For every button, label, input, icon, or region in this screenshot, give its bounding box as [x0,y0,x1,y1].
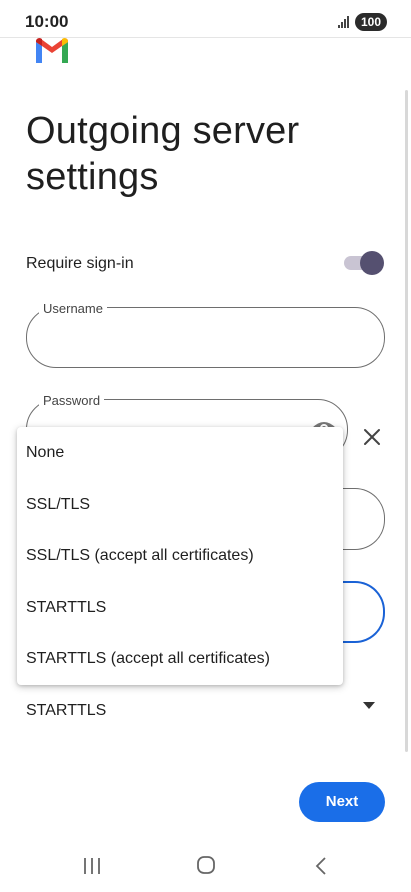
username-field[interactable] [26,307,385,368]
chevron-down-icon[interactable] [363,702,375,710]
password-label: Password [39,393,105,408]
content-fade [0,718,411,758]
close-icon[interactable] [362,427,382,447]
security-type-dropdown: None SSL/TLS SSL/TLS (accept all certifi… [17,427,343,685]
next-button[interactable]: Next [299,782,385,822]
status-icons: 100 [337,13,387,31]
home-icon[interactable] [196,855,216,875]
require-signin-label: Require sign-in [26,255,134,272]
recents-icon[interactable] [82,857,102,875]
scrollbar[interactable] [405,90,408,752]
back-icon[interactable] [314,856,328,876]
menu-item-ssl-tls-accept-all[interactable]: SSL/TLS (accept all certificates) [17,530,343,582]
status-bar: 10:00 100 [0,0,411,38]
menu-item-ssl-tls[interactable]: SSL/TLS [17,479,343,531]
signal-icon [337,16,349,28]
page-title: Outgoing server settings [26,110,300,198]
username-label: Username [39,301,107,316]
menu-item-starttls[interactable]: STARTTLS [17,582,343,634]
menu-item-starttls-accept-all[interactable]: STARTTLS (accept all certificates) [17,633,343,685]
battery-indicator: 100 [354,13,387,31]
gmail-logo [36,38,68,63]
status-time: 10:00 [25,12,69,31]
toggle-thumb [360,251,384,275]
system-nav-bar [0,845,411,892]
menu-item-none[interactable]: None [17,427,343,479]
require-signin-toggle[interactable] [344,250,384,276]
